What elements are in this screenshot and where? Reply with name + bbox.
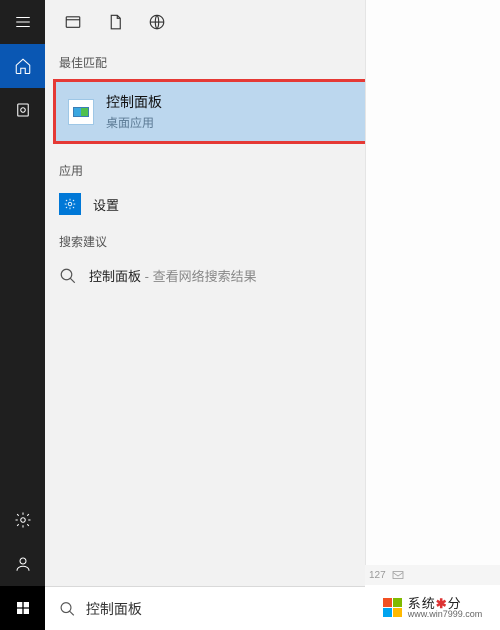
search-icon xyxy=(59,600,76,618)
search-results-panel: 筛选器 最佳匹配 控制面板 桌面应用 应用 设置 搜索建议 控制面板 - 查看网… xyxy=(45,0,500,630)
home-icon[interactable] xyxy=(0,44,45,88)
scope-apps-icon[interactable] xyxy=(55,4,91,40)
start-icon[interactable] xyxy=(0,586,45,630)
user-icon[interactable] xyxy=(0,542,45,586)
start-menu-left-rail xyxy=(0,0,45,630)
filter-dropdown[interactable]: 筛选器 xyxy=(430,12,490,32)
chevron-down-icon xyxy=(476,15,490,29)
control-panel-icon xyxy=(68,99,94,125)
scope-documents-icon[interactable] xyxy=(97,4,133,40)
settings-gear-icon[interactable] xyxy=(0,498,45,542)
search-bar[interactable] xyxy=(45,586,500,630)
best-match-result[interactable]: 控制面板 桌面应用 xyxy=(53,79,492,144)
hamburger-icon[interactable] xyxy=(0,0,45,44)
search-icon xyxy=(59,267,77,285)
best-match-subtitle: 桌面应用 xyxy=(106,114,162,131)
search-suggestion[interactable]: 控制面板 - 查看网络搜索结果 xyxy=(45,256,500,295)
search-input[interactable] xyxy=(86,601,486,617)
chevron-right-icon xyxy=(474,267,486,285)
section-suggestions: 搜索建议 xyxy=(45,223,500,256)
settings-app-icon xyxy=(59,193,81,215)
suggestion-text: 控制面板 - 查看网络搜索结果 xyxy=(89,266,257,285)
recent-icon[interactable] xyxy=(0,88,45,132)
scope-web-icon[interactable] xyxy=(139,4,175,40)
best-match-title: 控制面板 xyxy=(106,92,162,112)
search-scope-bar: 筛选器 xyxy=(45,0,500,44)
filter-label: 筛选器 xyxy=(430,12,472,32)
app-result-label: 设置 xyxy=(93,195,119,214)
section-apps: 应用 xyxy=(45,152,500,185)
section-best-match: 最佳匹配 xyxy=(45,44,500,77)
app-result-settings[interactable]: 设置 xyxy=(45,185,500,223)
